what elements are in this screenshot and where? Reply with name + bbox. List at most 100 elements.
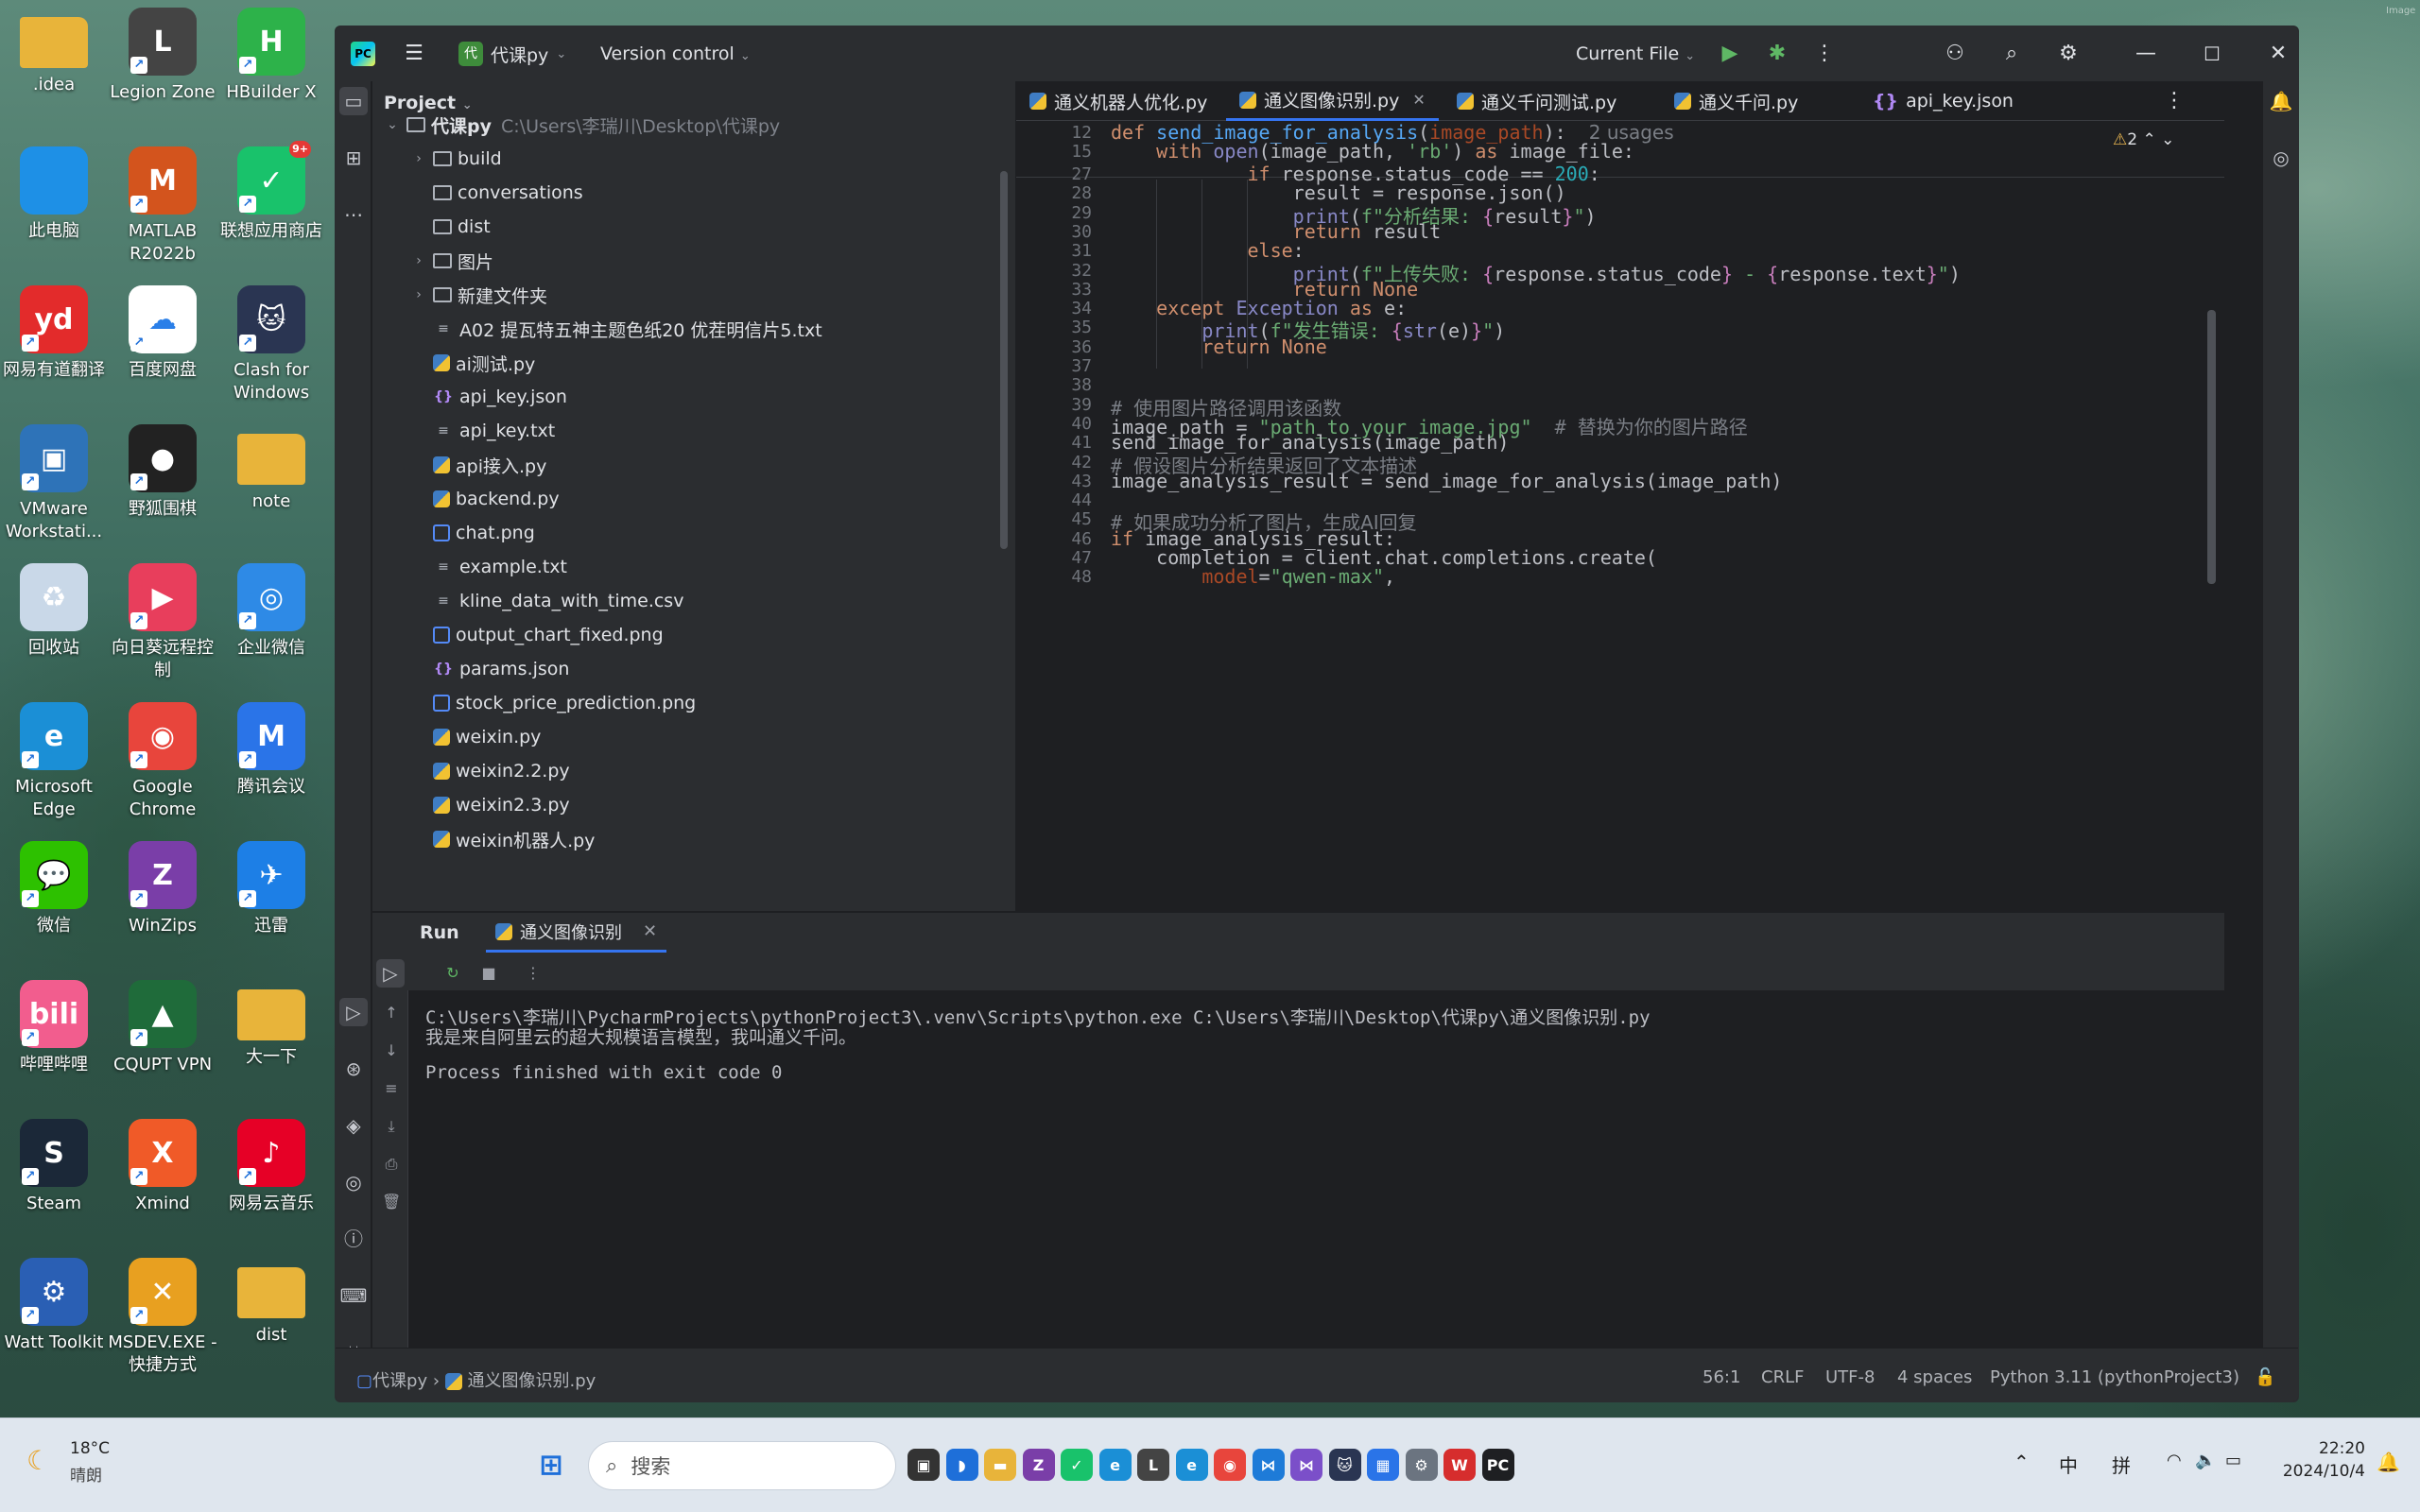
- tree-file[interactable]: output_chart_fixed.png: [410, 618, 664, 652]
- desktop-icon[interactable]: dist: [216, 1258, 326, 1347]
- ai-assistant-icon[interactable]: ◎: [2267, 144, 2295, 172]
- tree-file[interactable]: ≡ api_key.txt: [410, 414, 555, 448]
- desktop-icon[interactable]: ✓ ↗ 9+ 联想应用商店: [216, 141, 326, 243]
- minimize-icon[interactable]: —: [2132, 40, 2160, 68]
- tab-options-icon[interactable]: ⋮: [2160, 87, 2188, 115]
- maximize-icon[interactable]: ☐: [2198, 40, 2226, 68]
- desktop-icon[interactable]: M ↗ 腾讯会议: [216, 702, 326, 799]
- problems-icon[interactable]: ⓘ: [339, 1225, 368, 1253]
- chevron-icon[interactable]: ⌄: [384, 117, 401, 132]
- run-tool-icon[interactable]: ▷: [339, 998, 368, 1026]
- desktop-icon[interactable]: H ↗ HBuilder X: [216, 8, 326, 104]
- tree-folder[interactable]: conversations: [410, 176, 583, 210]
- tree-file[interactable]: ≡ example.txt: [410, 550, 567, 584]
- notification-bell-icon[interactable]: 🔔: [2377, 1451, 2400, 1473]
- indent-setting[interactable]: 4 spaces: [1897, 1367, 1972, 1387]
- volume-icon[interactable]: 🔈: [2195, 1451, 2216, 1470]
- close-icon[interactable]: ✕: [2264, 40, 2292, 68]
- tree-file[interactable]: backend.py: [410, 482, 560, 516]
- desktop-icon[interactable]: e ↗ Microsoft Edge: [0, 702, 109, 821]
- defender-icon[interactable]: ◗: [945, 1449, 978, 1481]
- version-control-menu[interactable]: Version control ⌄: [600, 40, 751, 71]
- editor-tab[interactable]: 通义机器人优化.py: [1016, 81, 1220, 121]
- stop-icon[interactable]: ■: [479, 964, 498, 983]
- chevron-icon[interactable]: ›: [410, 287, 427, 302]
- tree-file[interactable]: api接入.py: [410, 448, 546, 482]
- desktop-icon[interactable]: X ↗ Xmind: [108, 1119, 217, 1215]
- clock-time[interactable]: 22:20: [2280, 1439, 2365, 1458]
- scroll-to-end-icon[interactable]: ⤓: [382, 1117, 401, 1136]
- run-tab[interactable]: 通义图像识别 ✕: [486, 913, 667, 953]
- next-highlight-icon[interactable]: ⌄: [2161, 130, 2174, 149]
- add-user-icon[interactable]: ⚇: [1941, 40, 1969, 68]
- tree-folder[interactable]: › 新建文件夹: [410, 278, 547, 312]
- desktop-icon[interactable]: ▶ ↗ 向日葵远程控制: [108, 563, 217, 682]
- chrome-icon[interactable]: ◉: [1214, 1449, 1246, 1481]
- desktop-icon[interactable]: ● ↗ 野狐围棋: [108, 424, 217, 521]
- restart-icon[interactable]: ↻: [443, 964, 462, 983]
- desktop-icon[interactable]: ✕ ↗ MSDEV.EXE - 快捷方式: [108, 1258, 217, 1377]
- more-actions-icon[interactable]: ⋮: [1810, 40, 1839, 68]
- desktop-icon[interactable]: ◎ ↗ 企业微信: [216, 563, 326, 660]
- tree-file[interactable]: weixin.py: [410, 720, 541, 754]
- run-output[interactable]: C:\Users\李瑞川\PycharmProjects\pythonProje…: [408, 990, 2224, 1349]
- python-packages-icon[interactable]: ◈: [339, 1111, 368, 1140]
- tree-folder[interactable]: › build: [410, 142, 502, 176]
- tree-file[interactable]: stock_price_prediction.png: [410, 686, 696, 720]
- tree-file[interactable]: ≡ kline_data_with_time.csv: [410, 584, 683, 618]
- taskbar-search[interactable]: ⌕ 搜索: [588, 1441, 896, 1490]
- inspection-widget[interactable]: ⚠2 ⌃ ⌄: [2113, 130, 2174, 149]
- desktop-icon[interactable]: ◉ ↗ Google Chrome: [108, 702, 217, 821]
- project-switcher[interactable]: 代代课py ⌄: [458, 40, 566, 68]
- chevron-icon[interactable]: ›: [410, 253, 427, 268]
- editor-tab[interactable]: 通义图像识别.py ✕: [1226, 81, 1439, 121]
- pycharm-icon[interactable]: PC: [1481, 1449, 1514, 1481]
- structure-tool-icon[interactable]: ⊞: [339, 144, 368, 172]
- project-scrollbar[interactable]: [1000, 171, 1008, 549]
- desktop-icon[interactable]: 大一下: [216, 980, 326, 1069]
- desktop-icon[interactable]: ✈ ↗ 迅雷: [216, 841, 326, 937]
- clear-all-icon[interactable]: 🗑: [382, 1193, 401, 1211]
- tree-file[interactable]: ai测试.py: [410, 346, 535, 380]
- desktop-icon[interactable]: L ↗ Legion Zone: [108, 8, 217, 104]
- desktop-icon[interactable]: bili ↗ 哔哩哔哩: [0, 980, 109, 1076]
- python-console-icon[interactable]: ⊛: [339, 1055, 368, 1083]
- desktop-icon[interactable]: .idea: [0, 8, 109, 96]
- pycharm-logo-icon[interactable]: PC: [351, 42, 375, 66]
- battery-icon[interactable]: ▭: [2225, 1451, 2241, 1470]
- desktop-icon[interactable]: yd ↗ 网易有道翻译: [0, 285, 109, 382]
- start-windows-icon[interactable]: ⊞: [529, 1443, 573, 1486]
- clash-icon[interactable]: 🐱: [1328, 1449, 1361, 1481]
- close-tab-icon[interactable]: ✕: [643, 921, 657, 941]
- desktop-icon[interactable]: S ↗ Steam: [0, 1119, 109, 1215]
- run-icon[interactable]: ▶: [1716, 40, 1744, 68]
- tree-file[interactable]: {} params.json: [410, 652, 569, 686]
- ime-mode[interactable]: 中: [2059, 1451, 2078, 1478]
- weather-icon[interactable]: ☾: [26, 1445, 50, 1476]
- services-icon[interactable]: ◎: [339, 1168, 368, 1196]
- winzips-icon[interactable]: Z: [1022, 1449, 1055, 1481]
- weather-temp[interactable]: 18°C: [70, 1439, 110, 1458]
- visual-studio-icon[interactable]: ⋈: [1290, 1449, 1322, 1481]
- tree-file[interactable]: weixin2.2.py: [410, 754, 570, 788]
- desktop-icon[interactable]: Z ↗ WinZips: [108, 841, 217, 937]
- tree-folder[interactable]: › 图片: [410, 244, 493, 278]
- editor-scrollbar[interactable]: [2207, 310, 2216, 584]
- debug-icon[interactable]: ✱: [1763, 40, 1791, 68]
- desktop-icon[interactable]: M ↗ MATLAB R2022b: [108, 146, 217, 266]
- desktop-icon[interactable]: ♪ ↗ 网易云音乐: [216, 1119, 326, 1215]
- chevron-icon[interactable]: ›: [410, 151, 427, 166]
- notifications-icon[interactable]: 🔔: [2267, 87, 2295, 115]
- line-separator[interactable]: CRLF: [1761, 1367, 1804, 1387]
- desktop-icon[interactable]: 此电脑: [0, 146, 109, 243]
- tree-file[interactable]: chat.png: [410, 516, 535, 550]
- desktop-icon[interactable]: ▲ ↗ CQUPT VPN: [108, 980, 217, 1076]
- desktop-icon[interactable]: note: [216, 424, 326, 513]
- soft-wrap-icon[interactable]: ≡: [382, 1079, 401, 1098]
- run-config-selector[interactable]: Current File ⌄: [1576, 40, 1695, 71]
- prev-highlight-icon[interactable]: ⌃: [2142, 130, 2155, 149]
- edge-icon[interactable]: e: [1175, 1449, 1208, 1481]
- main-menu-icon[interactable]: ☰: [402, 42, 426, 66]
- terminal-icon[interactable]: ⌨: [339, 1281, 368, 1310]
- file-encoding[interactable]: UTF-8: [1825, 1367, 1875, 1387]
